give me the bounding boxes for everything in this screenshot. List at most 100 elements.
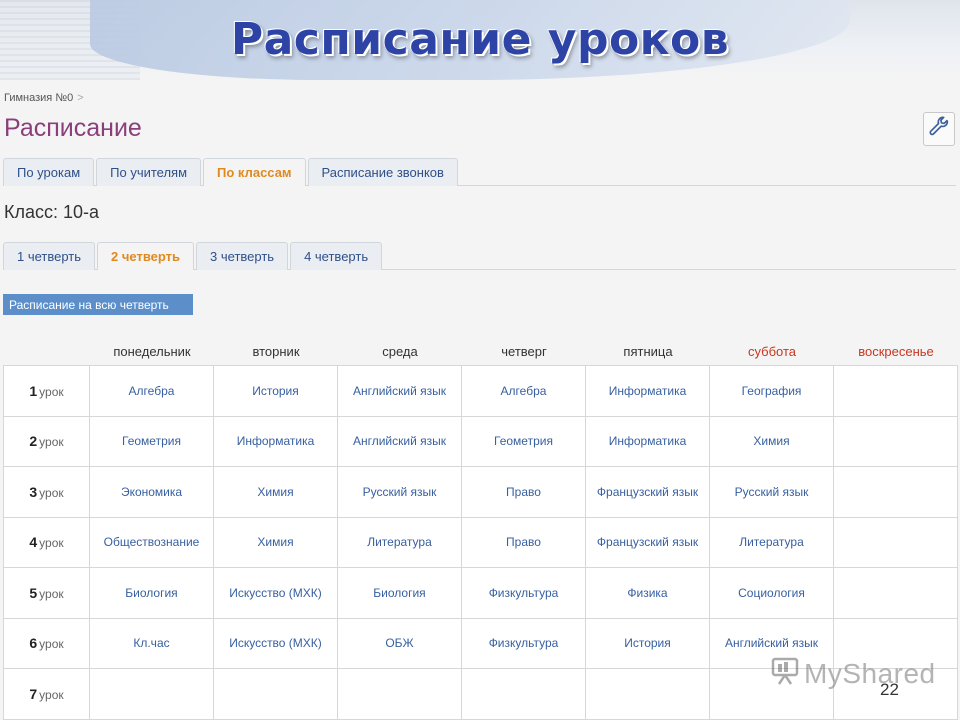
watermark: MyShared — [770, 656, 936, 691]
weekday-header-3: среда — [382, 344, 418, 359]
weekday-header-4: четверг — [501, 344, 547, 359]
lesson-number: 5 — [29, 584, 38, 601]
whole-quarter-schedule-button[interactable]: Расписание на всю четверть — [3, 294, 193, 315]
table-row: 2 урок Геометрия Информатика Английский язык… — [3, 415, 958, 467]
quarter-tab-2[interactable]: 2 четверть — [97, 242, 195, 270]
class-label: Класс: 10-а — [4, 202, 100, 222]
lesson-word: урок — [39, 687, 64, 702]
breadcrumb-separator: > — [77, 92, 84, 104]
empty-cell — [213, 668, 338, 720]
view-tab-1[interactable]: По урокам — [3, 158, 95, 186]
subject-link[interactable]: Английский язык — [337, 365, 462, 417]
weekday-header: понедельник вторник среда четверг пятница суб… — [3, 344, 956, 364]
subject-link[interactable]: Кл.час — [89, 617, 214, 669]
empty-cell — [833, 516, 958, 568]
empty-cell — [833, 466, 958, 518]
lesson-number: 1 — [29, 382, 38, 399]
subject-link[interactable]: Физика — [585, 567, 710, 619]
subject-link[interactable]: Литература — [709, 516, 834, 568]
subject-link[interactable]: Экономика — [89, 466, 214, 518]
lesson-number-cell: 2 урок — [3, 415, 90, 467]
weekday-header-2: вторник — [252, 344, 300, 359]
subject-link[interactable]: Обществознание — [89, 516, 214, 568]
watermark-text: MyShared — [804, 657, 936, 689]
subject-link[interactable]: Русский язык — [709, 466, 834, 518]
subject-link[interactable]: Информатика — [585, 365, 710, 417]
view-tab-2[interactable]: По учителям — [96, 158, 202, 186]
subject-link[interactable]: Право — [461, 466, 586, 518]
empty-cell — [833, 415, 958, 467]
subject-link[interactable]: Искусство (МХК) — [213, 567, 338, 619]
empty-cell — [585, 668, 710, 720]
quarter-tabs: 1 четверть 2 четверть 3 четверть 4 четверть — [3, 242, 956, 270]
lesson-number-cell: 4 урок — [3, 516, 90, 568]
subject-link[interactable]: Информатика — [213, 415, 338, 467]
weekday-header-5: пятница — [623, 344, 673, 359]
subject-link[interactable]: Биология — [337, 567, 462, 619]
table-row: 5 урок Биология Искусство (МХК) Биология Физк… — [3, 567, 958, 619]
subject-link[interactable]: Химия — [709, 415, 834, 467]
subject-link[interactable]: Английский язык — [337, 415, 462, 467]
subject-link[interactable]: Информатика — [585, 415, 710, 467]
empty-cell — [89, 668, 214, 720]
subject-link[interactable]: Литература — [337, 516, 462, 568]
subject-link[interactable]: Биология — [89, 567, 214, 619]
subject-link[interactable]: История — [585, 617, 710, 669]
weekday-header-6: суббота — [747, 344, 797, 359]
lesson-number-cell: 1 урок — [3, 365, 90, 417]
subject-link[interactable]: Физкультура — [461, 617, 586, 669]
schedule-view-tabs: По урокам По учителям По классам Расписание… — [3, 158, 956, 186]
slideshow-icon — [770, 656, 800, 691]
lesson-number: 4 — [29, 534, 38, 551]
quarter-tab-4[interactable]: 4 четверть — [290, 242, 383, 270]
empty-cell — [833, 567, 958, 619]
empty-cell — [337, 668, 462, 720]
subject-link[interactable]: Химия — [213, 516, 338, 568]
table-row: 1 урок Алгебра История Английский язык Алгебр… — [3, 365, 958, 417]
empty-cell — [461, 668, 586, 720]
quarter-tab-1[interactable]: 1 четверть — [3, 242, 96, 270]
subject-link[interactable]: Французский язык — [585, 516, 710, 568]
lesson-number-cell: 7 урок — [3, 668, 90, 720]
weekday-header-7: воскресенье — [858, 344, 934, 359]
table-row: 4 урок Обществознание Химия Литература Право Ф… — [3, 516, 958, 568]
weekday-header-1: понедельник — [113, 344, 191, 359]
lesson-number: 7 — [29, 685, 38, 702]
quarter-tab-3[interactable]: 3 четверть — [196, 242, 289, 270]
lesson-number-cell: 3 урок — [3, 466, 90, 518]
breadcrumb: Гимназия №0 > — [4, 92, 84, 104]
subject-link[interactable]: Химия — [213, 466, 338, 518]
lesson-number-cell: 6 урок — [3, 617, 90, 669]
subject-link[interactable]: Геометрия — [89, 415, 214, 467]
empty-cell — [833, 365, 958, 417]
slide-number: 22 — [880, 680, 899, 699]
breadcrumb-school-link[interactable]: Гимназия №0 — [4, 92, 73, 104]
slide-title: Расписание уроков — [230, 14, 730, 65]
lesson-number: 6 — [29, 635, 38, 652]
view-tab-3[interactable]: По классам — [203, 158, 306, 186]
subject-link[interactable]: История — [213, 365, 338, 417]
settings-button[interactable] — [923, 112, 955, 146]
subject-link[interactable]: Алгебра — [461, 365, 586, 417]
subject-link[interactable]: Право — [461, 516, 586, 568]
view-tab-4[interactable]: Расписание звонков — [307, 158, 458, 186]
lesson-number: 3 — [29, 483, 38, 500]
subject-link[interactable]: ОБЖ — [337, 617, 462, 669]
subject-link[interactable]: Геометрия — [461, 415, 586, 467]
subject-link[interactable]: Французский язык — [585, 466, 710, 518]
lesson-word: урок — [39, 586, 64, 601]
lesson-number-cell: 5 урок — [3, 567, 90, 619]
page-title: Расписание — [4, 114, 142, 142]
lesson-number: 2 — [29, 433, 38, 450]
lesson-word: урок — [39, 435, 64, 450]
subject-link[interactable]: Русский язык — [337, 466, 462, 518]
subject-link[interactable]: Алгебра — [89, 365, 214, 417]
subject-link[interactable]: Искусство (МХК) — [213, 617, 338, 669]
subject-link[interactable]: Социология — [709, 567, 834, 619]
wrench-icon — [928, 116, 950, 143]
lesson-word: урок — [39, 637, 64, 652]
lesson-word: урок — [39, 384, 64, 399]
subject-link[interactable]: География — [709, 365, 834, 417]
subject-link[interactable]: Физкультура — [461, 567, 586, 619]
table-row: 3 урок Экономика Химия Русский язык Право Фран… — [3, 466, 958, 518]
